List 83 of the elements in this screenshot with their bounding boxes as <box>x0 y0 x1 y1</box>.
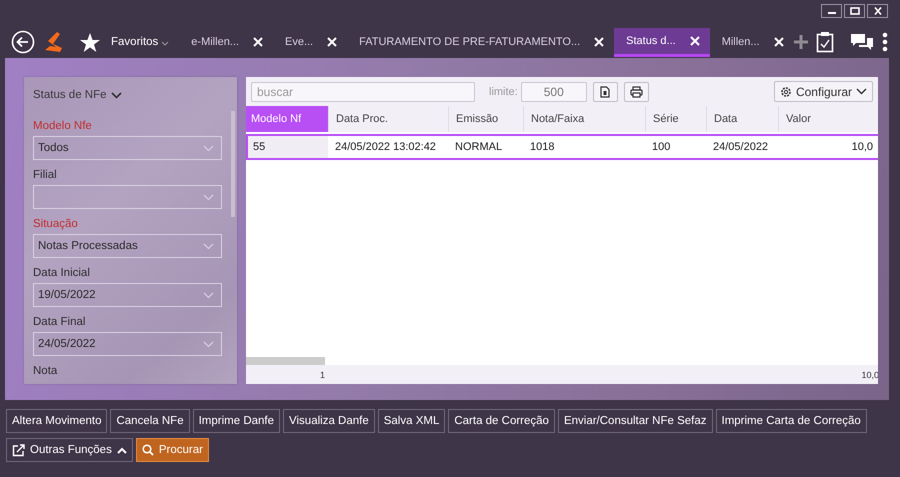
table-cell: 100 <box>652 141 670 153</box>
chevron-down-icon <box>856 88 867 95</box>
more-icon[interactable] <box>882 32 888 52</box>
tab[interactable]: Status d... <box>614 28 710 56</box>
configure-button[interactable]: Configurar <box>774 81 873 102</box>
scrollbar[interactable] <box>231 111 235 217</box>
dropdown-field[interactable]: 24/05/2022 <box>33 332 222 356</box>
action-button[interactable]: Visualiza Danfe <box>283 409 375 433</box>
table-cell: 24/05/2022 13:02:42 <box>335 141 436 153</box>
field-label: Data Final <box>33 315 86 330</box>
action-button[interactable]: Enviar/Consultar NFe Sefaz <box>558 409 712 433</box>
more-functions-button[interactable]: Outras Funções <box>6 438 133 462</box>
maximize-button[interactable] <box>844 4 865 18</box>
dropdown-field[interactable]: Todos <box>33 136 222 160</box>
maximize-icon <box>850 7 860 15</box>
chevron-up-icon <box>116 446 127 454</box>
column-header[interactable]: Data <box>706 106 778 132</box>
limit-label: limite: <box>489 86 518 98</box>
field-label: Filial <box>33 168 57 183</box>
action-button[interactable]: Salva XML <box>378 409 446 433</box>
table-row[interactable]: 55 24/05/2022 13:02:42 NORMAL 1018 100 24/05/2022 10,0 <box>246 134 878 160</box>
close-button[interactable] <box>867 4 888 18</box>
chat-icon[interactable] <box>850 33 874 51</box>
column-header[interactable]: Emissão <box>448 106 523 132</box>
chevron-down-icon <box>203 340 214 348</box>
scrollbar[interactable] <box>246 357 325 365</box>
column-header[interactable]: Data Proc. <box>328 106 448 132</box>
close-icon <box>872 7 882 15</box>
table-cell: NORMAL <box>455 141 502 153</box>
tab[interactable]: FATURAMENTO DE PRE-FATURAMENTO... <box>347 28 614 56</box>
gear-icon <box>780 86 792 98</box>
close-icon[interactable] <box>594 37 604 47</box>
action-button[interactable]: Imprime Carta de Correção <box>716 409 867 433</box>
close-icon[interactable] <box>774 37 784 47</box>
caret-icon <box>161 40 170 46</box>
minimize-button[interactable] <box>821 4 842 18</box>
tab[interactable]: Eve... <box>272 28 348 56</box>
clipboard-check-icon[interactable] <box>816 31 834 53</box>
field-label: Nota <box>33 364 58 379</box>
action-button[interactable]: Imprime Danfe <box>192 409 280 433</box>
search-button[interactable]: Procurar <box>136 438 209 462</box>
star-icon[interactable] <box>79 32 101 52</box>
search-field[interactable]: buscar <box>251 82 475 102</box>
table-cell: 55 <box>253 141 266 153</box>
field-label: Data Inicial <box>33 266 90 281</box>
table-cell: 24/05/2022 <box>713 141 768 153</box>
tab[interactable]: e-Millen... <box>179 28 273 56</box>
action-button[interactable]: Altera Movimento <box>6 409 108 433</box>
dropdown-field[interactable]: Notas Processadas <box>33 234 222 258</box>
chevron-down-icon <box>203 144 214 152</box>
chevron-down-icon[interactable] <box>110 92 122 98</box>
close-icon[interactable] <box>690 36 700 46</box>
search-icon <box>142 444 154 456</box>
table-cell: 10,0 <box>852 141 873 153</box>
column-header[interactable]: Série <box>645 106 706 132</box>
chevron-down-icon <box>203 242 214 250</box>
print-button[interactable] <box>624 82 649 102</box>
panel-title: Status de NFe <box>33 89 107 101</box>
tab[interactable]: Millen... <box>710 28 794 56</box>
action-button[interactable]: Cancela NFe <box>110 409 190 433</box>
document-icon <box>600 86 610 98</box>
logo-icon <box>43 31 63 53</box>
field-label: Modelo Nfe <box>33 119 92 134</box>
row-count: 1 <box>320 370 326 380</box>
table-cell: 1018 <box>530 141 554 153</box>
dropdown-field[interactable]: 19/05/2022 <box>33 283 222 307</box>
back-icon[interactable] <box>11 30 35 54</box>
dropdown-field[interactable] <box>33 185 222 209</box>
column-header[interactable]: Nota/Faixa <box>523 106 645 132</box>
chevron-down-icon <box>203 194 214 200</box>
close-icon[interactable] <box>327 37 338 47</box>
edit-icon <box>12 444 25 456</box>
plus-icon[interactable] <box>794 35 808 49</box>
column-header[interactable]: Modelo Nf <box>246 106 328 132</box>
field-label: Situação <box>33 217 78 232</box>
printer-icon <box>630 86 643 98</box>
chevron-down-icon <box>203 292 214 298</box>
favorites-menu[interactable]: Favoritos <box>109 36 180 48</box>
column-header[interactable]: Valor <box>778 106 873 132</box>
limit-field[interactable]: 500 <box>520 82 587 102</box>
close-icon[interactable] <box>252 37 263 47</box>
action-button[interactable]: Carta de Correção <box>448 409 555 433</box>
export-button[interactable] <box>592 82 618 102</box>
